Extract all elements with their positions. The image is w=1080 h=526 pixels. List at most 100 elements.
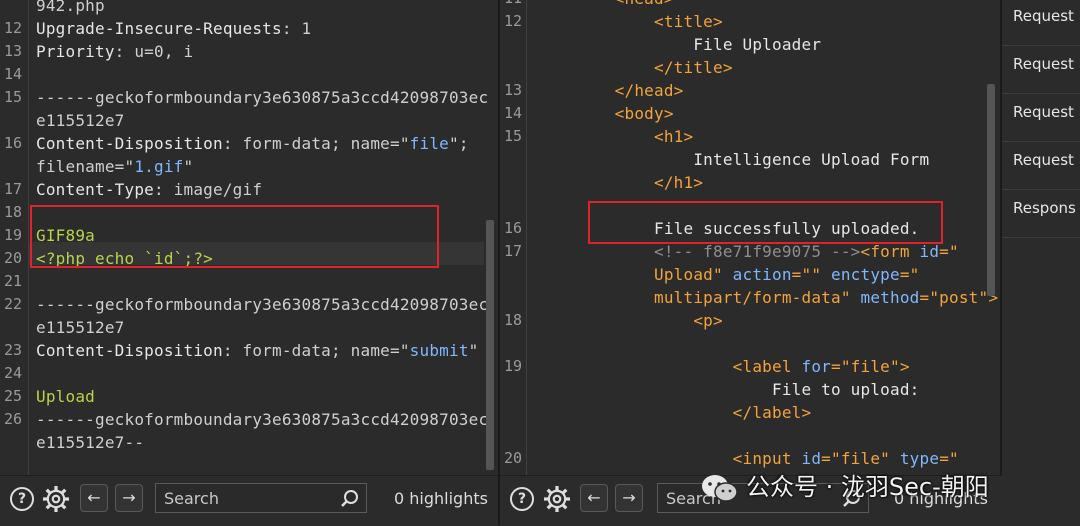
code-token: Content-Disposition <box>36 341 223 360</box>
code-token: type <box>899 449 940 468</box>
response-code-line: Upload" action="" enctype=" <box>536 263 920 286</box>
code-token: : form-data; name=" <box>222 341 410 360</box>
code-token: </h1> <box>536 173 704 192</box>
code-token: File to upload: <box>536 380 920 399</box>
response-scrollbar[interactable] <box>987 84 995 296</box>
code-token: ="file"> <box>831 357 910 376</box>
help-button[interactable]: ? <box>10 487 34 511</box>
response-line-number: 13 <box>503 81 522 99</box>
code-token: id <box>801 449 822 468</box>
response-line-number: 19 <box>503 357 522 375</box>
request-toolbar: ? ← → 0 highlights <box>0 475 498 526</box>
code-token: Content-Disposition <box>36 134 223 153</box>
response-line-number <box>500 263 522 286</box>
code-token: Upgrade-Insecure-Requests <box>36 19 282 38</box>
code-token: </head> <box>536 81 684 100</box>
code-token: Content-Type <box>36 180 154 199</box>
sidebar-item-request-2[interactable]: Request <box>1002 48 1080 94</box>
sidebar-item-request-1[interactable]: Request <box>1002 0 1080 46</box>
response-code-line: <label for="file"> <box>536 355 910 378</box>
response-code-line: <p> <box>536 309 723 332</box>
code-token: <form <box>860 242 920 261</box>
code-token: 1.gif <box>134 157 184 176</box>
back-button[interactable]: ← <box>80 484 108 512</box>
sidebar-item-request-4[interactable]: Request <box>1002 144 1080 190</box>
response-code-line: <head> <box>536 0 674 10</box>
forward-button[interactable]: → <box>615 484 643 512</box>
code-token: e115512e7 <box>36 111 125 130</box>
response-code-line: File Uploader <box>536 33 821 56</box>
code-token: =" <box>899 265 920 284</box>
help-button[interactable]: ? <box>510 487 534 511</box>
code-token: enctype <box>831 265 900 284</box>
response-line-number: 15 <box>503 127 522 145</box>
request-code-line: filename="1.gif" <box>36 155 193 178</box>
code-token: <title> <box>536 12 723 31</box>
request-line-number: 25 <box>3 387 22 405</box>
request-line-number: 23 <box>3 341 22 359</box>
request-editor[interactable]: 942.php 12 Upgrade-Insecure-Requests: 1 13 P… <box>0 0 498 475</box>
request-line-number <box>0 109 22 132</box>
code-token: </title> <box>536 58 733 77</box>
search-icon[interactable] <box>340 489 360 509</box>
response-gutter-divider <box>526 0 527 475</box>
code-token: : image/gif <box>154 180 263 199</box>
forward-button[interactable]: → <box>115 484 143 512</box>
code-token: : 1 <box>281 19 312 38</box>
code-token: " <box>183 157 194 176</box>
request-line-number: 12 <box>3 19 22 37</box>
request-line-number: 14 <box>3 65 22 83</box>
request-line-number: 20 <box>3 249 22 267</box>
request-code-line: e115512e7 <box>36 316 125 339</box>
code-token: filename=" <box>36 157 135 176</box>
settings-gear-icon[interactable] <box>43 486 69 512</box>
code-token: id <box>919 242 940 261</box>
request-code-line: e115512e7 <box>36 109 125 132</box>
request-search-box[interactable] <box>155 483 367 513</box>
code-token: ------geckoformboundary3e630875a3ccd4209… <box>36 88 489 107</box>
response-line-number <box>500 378 522 401</box>
response-code-line: File to upload: <box>536 378 919 401</box>
code-token: ="file" <box>821 449 900 468</box>
response-line-number: 12 <box>503 12 522 30</box>
response-line-number <box>500 424 522 447</box>
response-line-number <box>500 286 522 309</box>
request-line-number <box>0 431 22 454</box>
response-code-line: </h1> <box>536 171 703 194</box>
inspector-sidebar: Request Request Request Request Respons <box>1002 0 1080 525</box>
code-token: </label> <box>536 403 812 422</box>
request-scrollbar[interactable] <box>486 220 494 470</box>
request-line-number: 18 <box>3 203 22 221</box>
code-token: <label <box>536 357 802 376</box>
code-token: File Uploader <box>536 35 822 54</box>
response-line-number: 18 <box>503 311 522 329</box>
request-gutter-divider <box>28 0 29 475</box>
code-token: e115512e7 <box>36 318 125 337</box>
back-button[interactable]: ← <box>580 484 608 512</box>
payload-highlight-box <box>30 205 439 268</box>
request-line-number: 17 <box>3 180 22 198</box>
code-token: <input <box>536 449 802 468</box>
sidebar-item-request-3[interactable]: Request <box>1002 96 1080 142</box>
code-token: <!-- f8e71f9e9075 --> <box>536 242 861 261</box>
response-line-number: 14 <box>503 104 522 122</box>
code-token: method <box>860 288 920 307</box>
watermark-text: 公众号 · 泷羽Sec-朝阳 <box>746 473 989 501</box>
code-token: Upload <box>36 387 95 406</box>
response-viewer[interactable]: 11 <head> 12 <title> File Uploader </titl… <box>500 0 1000 475</box>
request-search-input[interactable] <box>164 487 324 509</box>
code-token: multipart/form-data" <box>536 288 861 307</box>
code-token: ------geckoformboundary3e630875a3ccd4209… <box>36 295 489 314</box>
code-token: Priority <box>36 42 115 61</box>
request-highlights-count: 0 highlights <box>394 489 488 508</box>
response-code-line: <body> <box>536 102 674 125</box>
response-line-number <box>500 56 522 79</box>
request-line-number <box>0 316 22 339</box>
settings-gear-icon[interactable] <box>544 486 570 512</box>
response-line-number <box>500 171 522 194</box>
request-line-number: 21 <box>3 272 22 290</box>
code-token: action <box>732 265 792 284</box>
code-token: <body> <box>536 104 674 123</box>
request-line-number: 19 <box>3 226 22 244</box>
sidebar-item-response[interactable]: Respons <box>1002 192 1080 238</box>
